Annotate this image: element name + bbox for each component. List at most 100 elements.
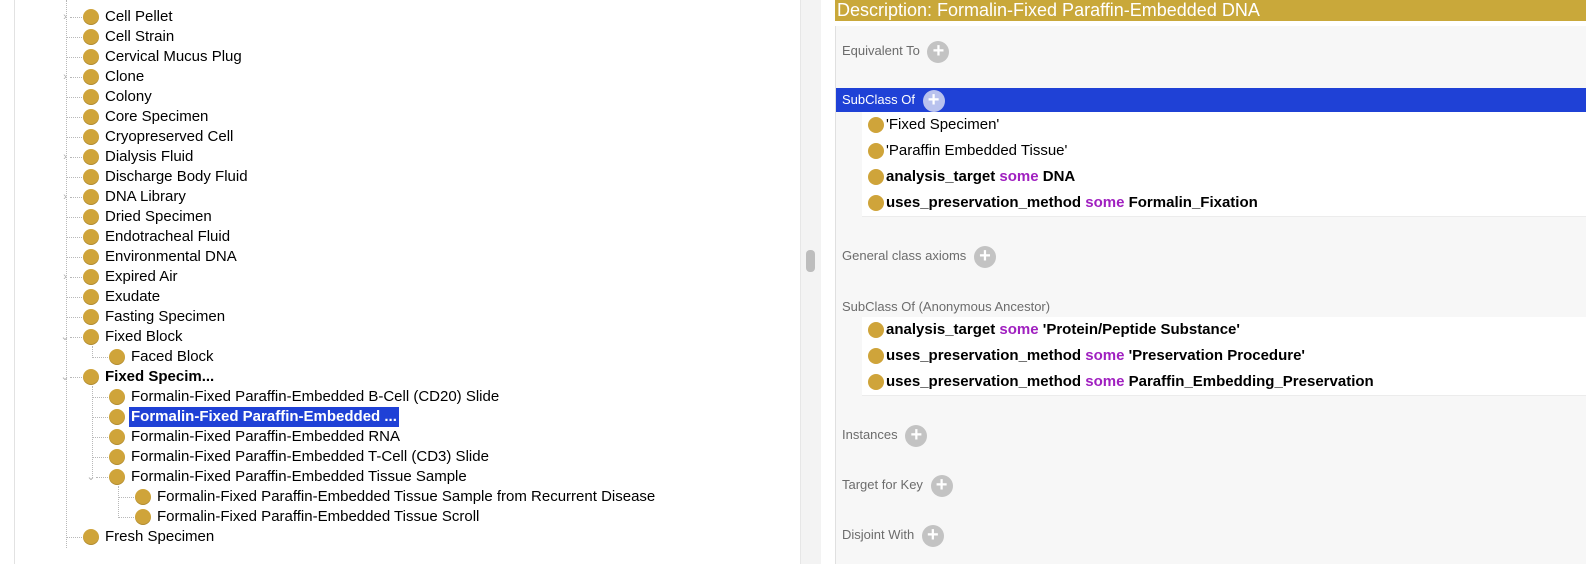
tree-node-label: Exudate xyxy=(105,288,161,305)
class-bullet-icon xyxy=(83,209,99,225)
class-bullet-icon xyxy=(83,109,99,125)
tree-node[interactable]: › Expired Air xyxy=(0,267,800,287)
expand-arrow-icon[interactable]: › xyxy=(60,147,70,167)
tree-node[interactable]: ⌄ Fixed Block xyxy=(0,327,800,347)
tree-node[interactable]: ⌄ Formalin-Fixed Paraffin-Embedded Tissu… xyxy=(0,467,800,487)
tree-node-label: Formalin-Fixed Paraffin-Embedded B-Cell … xyxy=(131,388,500,405)
tree-node[interactable]: ⌄ Fixed Specim... xyxy=(0,367,800,387)
tree-node-label: Fasting Specimen xyxy=(105,308,226,325)
section-label: General class axioms xyxy=(842,248,967,263)
add-general-axiom-plus-icon[interactable]: + xyxy=(973,245,996,268)
tree-node[interactable]: Cell Strain xyxy=(0,27,800,47)
tree-node[interactable]: Cervical Mucus Plug xyxy=(0,47,800,67)
subclass-axiom-row[interactable]: 'Fixed Specimen' xyxy=(862,112,1586,139)
tree-node[interactable]: Formalin-Fixed Paraffin-Embedded B-Cell … xyxy=(0,387,800,407)
tree-node[interactable]: Environmental DNA xyxy=(0,247,800,267)
collapse-arrow-icon[interactable]: ⌄ xyxy=(60,367,70,387)
add-subclass-plus-icon[interactable]: + xyxy=(922,89,945,112)
tree-node[interactable]: Core Specimen xyxy=(0,107,800,127)
tree-node[interactable]: › Dialysis Fluid xyxy=(0,147,800,167)
tree-connector xyxy=(66,177,82,178)
tree-node-label: Cell Pellet xyxy=(105,8,173,25)
instances-section: Instances + xyxy=(842,424,928,447)
class-bullet-icon xyxy=(83,229,99,245)
tree-node[interactable]: Discharge Body Fluid xyxy=(0,167,800,187)
tree-node[interactable]: Fasting Specimen xyxy=(0,307,800,327)
tree-node[interactable]: Exudate xyxy=(0,287,800,307)
tree-node[interactable]: Formalin-Fixed Paraffin-Embedded RNA xyxy=(0,427,800,447)
expand-arrow-icon[interactable]: › xyxy=(60,67,70,87)
class-bullet-icon xyxy=(83,9,99,25)
class-bullet-icon xyxy=(83,189,99,205)
tree-node[interactable]: › DNA Library xyxy=(0,187,800,207)
tree-node-label: Formalin-Fixed Paraffin-Embedded T-Cell … xyxy=(131,448,489,465)
tree-connector xyxy=(66,257,82,258)
subclass-anonymous-ancestor-section: SubClass Of (Anonymous Ancestor) xyxy=(842,296,1050,318)
axiom-text: 'Fixed Specimen' xyxy=(886,116,1000,133)
target-for-key-section: Target for Key + xyxy=(842,474,953,497)
tree-node[interactable]: › Clone xyxy=(0,67,800,87)
tree-connector xyxy=(92,417,108,418)
class-bullet-icon xyxy=(83,529,99,545)
anonymous-ancestor-row[interactable]: analysis_target some 'Protein/Peptide Su… xyxy=(862,317,1586,344)
subclass-of-section[interactable]: SubClass Of + xyxy=(836,88,1586,112)
tree-connector xyxy=(70,197,82,198)
collapse-arrow-icon[interactable]: ⌄ xyxy=(86,467,96,487)
tree-node[interactable]: › Cell Pellet xyxy=(0,7,800,27)
tree-node-label: DNA Library xyxy=(105,188,186,205)
tree-connector xyxy=(70,157,82,158)
class-bullet-icon xyxy=(83,249,99,265)
tree-connector xyxy=(92,457,108,458)
tree-connector xyxy=(66,217,82,218)
add-equivalent-plus-icon[interactable]: + xyxy=(927,40,950,63)
description-header: Description: Formalin-Fixed Paraffin-Emb… xyxy=(835,0,1586,21)
expand-arrow-icon[interactable]: › xyxy=(60,267,70,287)
anonymous-ancestor-row[interactable]: uses_preservation_method some 'Preservat… xyxy=(862,343,1586,370)
class-bullet-icon xyxy=(868,195,884,211)
add-disjoint-plus-icon[interactable]: + xyxy=(921,524,944,547)
tree-connector xyxy=(70,77,82,78)
section-label: SubClass Of (Anonymous Ancestor) xyxy=(842,299,1051,314)
subclass-axiom-row[interactable]: analysis_target some DNA xyxy=(862,164,1586,191)
tree-node-label: Dried Specimen xyxy=(105,208,212,225)
tree-node[interactable]: Faced Block xyxy=(0,347,800,367)
subclass-axiom-row[interactable]: uses_preservation_method some Formalin_F… xyxy=(862,190,1586,217)
axiom-text: uses_preservation_method some Formalin_F… xyxy=(886,194,1258,211)
class-hierarchy-tree[interactable]: › Cell Pellet Cell Strain Cervical Mucus… xyxy=(0,0,800,564)
tree-node[interactable]: Fresh Specimen xyxy=(0,527,800,547)
axiom-text: analysis_target some DNA xyxy=(886,168,1076,185)
splitter-grip-handle[interactable] xyxy=(806,250,815,272)
section-label: Instances xyxy=(842,427,898,442)
expand-arrow-icon[interactable]: › xyxy=(60,7,70,27)
tree-node[interactable]: Cryopreserved Cell xyxy=(0,127,800,147)
class-bullet-icon xyxy=(109,409,125,425)
tree-node[interactable]: Dried Specimen xyxy=(0,207,800,227)
tree-node[interactable]: Formalin-Fixed Paraffin-Embedded Tissue … xyxy=(0,507,800,527)
anonymous-ancestor-row[interactable]: uses_preservation_method some Paraffin_E… xyxy=(862,369,1586,396)
tree-node-label: Cervical Mucus Plug xyxy=(105,48,242,65)
class-bullet-icon xyxy=(109,349,125,365)
tree-connector xyxy=(118,497,134,498)
tree-node-label: Endotracheal Fluid xyxy=(105,228,231,245)
subclass-axiom-row[interactable]: 'Paraffin Embedded Tissue' xyxy=(862,138,1586,165)
add-target-key-plus-icon[interactable]: + xyxy=(930,474,953,497)
tree-node-label: Discharge Body Fluid xyxy=(105,168,248,185)
tree-connector xyxy=(66,37,82,38)
class-bullet-icon xyxy=(135,489,151,505)
tree-node[interactable]: Formalin-Fixed Paraffin-Embedded Tissue … xyxy=(0,487,800,507)
tree-node-label: Formalin-Fixed Paraffin-Embedded Tissue … xyxy=(157,508,480,525)
tree-node[interactable]: Endotracheal Fluid xyxy=(0,227,800,247)
pane-splitter[interactable] xyxy=(800,0,822,564)
expand-arrow-icon[interactable]: › xyxy=(60,187,70,207)
tree-connector xyxy=(92,357,108,358)
add-instance-plus-icon[interactable]: + xyxy=(905,424,928,447)
tree-connector xyxy=(66,537,82,538)
tree-connector xyxy=(70,277,82,278)
tree-node-selected[interactable]: Formalin-Fixed Paraffin-Embedded ... xyxy=(0,407,800,427)
class-bullet-icon xyxy=(83,329,99,345)
tree-node[interactable]: Colony xyxy=(0,87,800,107)
tree-node[interactable]: Formalin-Fixed Paraffin-Embedded T-Cell … xyxy=(0,447,800,467)
tree-connector xyxy=(66,137,82,138)
class-bullet-icon xyxy=(109,429,125,445)
collapse-arrow-icon[interactable]: ⌄ xyxy=(60,327,70,347)
